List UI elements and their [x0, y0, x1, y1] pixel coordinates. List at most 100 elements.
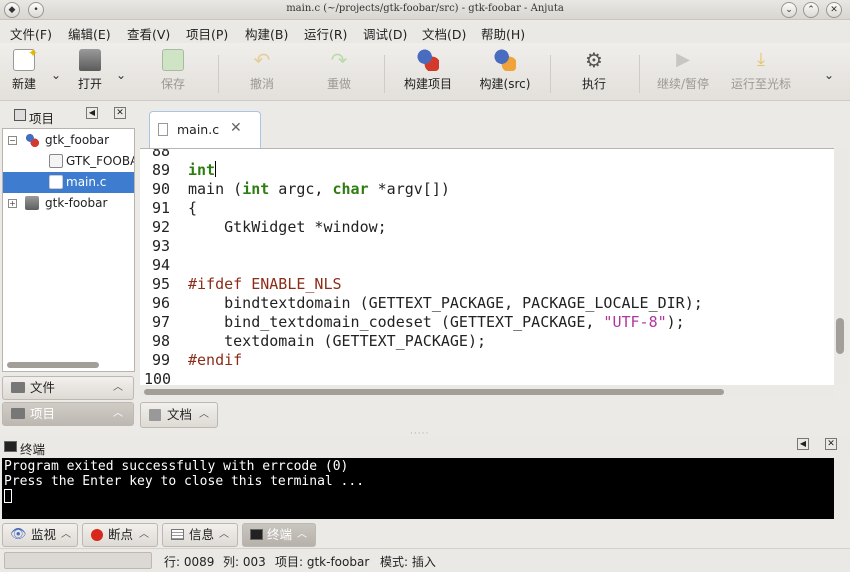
- new-label: 新建: [11, 77, 36, 91]
- bottom-tab-watch[interactable]: 👁 监视 ︿: [2, 523, 78, 547]
- build-project-button[interactable]: 构建项目: [398, 47, 458, 92]
- panel-detach-icon[interactable]: ◀: [86, 107, 98, 119]
- execute-button[interactable]: ⚙ 执行: [574, 47, 614, 92]
- save-label: 保存: [160, 77, 185, 91]
- tree-item-label: gtk-foobar: [45, 196, 108, 210]
- chevron-up-icon: ︿: [219, 529, 229, 540]
- maximize-button[interactable]: ⌃: [803, 2, 819, 18]
- bottom-tab-label: 信息: [189, 527, 215, 542]
- continue-pause-button[interactable]: ▶ 继续/暂停: [652, 47, 714, 92]
- menu-project[interactable]: 项目(P): [186, 24, 228, 43]
- documents-tab[interactable]: 文档 ︿: [140, 402, 218, 428]
- terminal-scrollbar[interactable]: [834, 458, 848, 519]
- terminal-icon: [250, 529, 263, 540]
- c-file-icon: [49, 175, 63, 189]
- terminal-output[interactable]: Program exited successfully with errcode…: [2, 458, 834, 519]
- project-panel-icon: [14, 109, 26, 121]
- terminal-line: Program exited successfully with errcode…: [4, 459, 349, 474]
- bottom-tab-label: 监视: [31, 527, 57, 542]
- collapse-icon[interactable]: −: [8, 136, 17, 145]
- menu-docs[interactable]: 文档(D): [422, 24, 466, 43]
- line-number: 93: [151, 237, 170, 255]
- menu-build[interactable]: 构建(B): [245, 24, 288, 43]
- code-line-91: {: [188, 199, 198, 217]
- undo-button[interactable]: ↶ 撤消: [242, 47, 282, 92]
- panel-tab-files[interactable]: 文件 ︿: [2, 376, 134, 400]
- build-src-button[interactable]: 构建(src): [474, 47, 536, 92]
- run-to-cursor-icon: ⤓: [757, 49, 765, 70]
- statusbar: 行: 0089 列: 003 项目: gtk-foobar 模式: 插入: [0, 548, 850, 572]
- tree-item-label: GTK_FOOBAR: [66, 154, 134, 168]
- code-line-98: textdomain (GETTEXT_PACKAGE);: [188, 332, 487, 350]
- project-tree: − gtk_foobar GTK_FOOBAR main.c + gtk-foo…: [2, 128, 135, 372]
- panel-close-icon[interactable]: ✕: [114, 107, 126, 119]
- toolbar-separator: [218, 55, 219, 93]
- code-line-99: #endif: [188, 351, 243, 369]
- panel-tab-project[interactable]: 项目 ︿: [2, 402, 134, 426]
- undo-icon: ↶: [253, 48, 271, 72]
- expand-icon[interactable]: +: [8, 199, 17, 208]
- terminal-line: Press the Enter key to close this termin…: [4, 474, 365, 489]
- new-dropdown-icon[interactable]: ⌄: [51, 68, 61, 82]
- bottom-tab-terminal[interactable]: 终端 ︿: [242, 523, 316, 547]
- chevron-up-icon: ︿: [199, 409, 209, 420]
- line-number: 98: [151, 332, 170, 350]
- line-number: 92: [151, 218, 170, 236]
- line-number: 90: [151, 180, 170, 198]
- tree-item-label: gtk_foobar: [45, 133, 110, 147]
- tree-item-gtk-foobar-folder[interactable]: + gtk-foobar: [3, 193, 134, 214]
- menu-file[interactable]: 文件(F): [10, 24, 52, 43]
- bottom-tab-messages[interactable]: 信息 ︿: [162, 523, 238, 547]
- line-number: 96: [151, 294, 170, 312]
- c-file-icon: [158, 123, 168, 136]
- code-line-95: #ifdef ENABLE_NLS: [188, 275, 342, 293]
- chevron-up-icon: ︿: [113, 382, 123, 393]
- editor-tab-main-c[interactable]: main.c ✕: [149, 111, 261, 149]
- tree-item-gtk-foobar-target[interactable]: GTK_FOOBAR: [3, 151, 134, 172]
- code-editor[interactable]: 88 89 90 91 92 93 94 95 96 97 98 99 100 …: [140, 148, 834, 385]
- project-tab-icon: [11, 408, 25, 419]
- run-to-cursor-button[interactable]: ⤓ 运行至光标: [726, 47, 796, 92]
- menu-debug[interactable]: 调试(D): [363, 24, 407, 43]
- chevron-up-icon: ︿: [139, 529, 149, 540]
- status-mode: 模式: 插入: [380, 555, 436, 569]
- editor-vscroll-thumb[interactable]: [836, 318, 844, 354]
- bottom-tab-breakpoints[interactable]: 断点 ︿: [82, 523, 158, 547]
- line-number: 91: [151, 199, 170, 217]
- tree-hscrollbar[interactable]: [7, 362, 99, 368]
- menu-edit[interactable]: 编辑(E): [68, 24, 111, 43]
- line-number: 94: [151, 256, 170, 274]
- project-panel-header: 项目 ◀ ✕: [4, 106, 135, 126]
- panel-close-icon[interactable]: ✕: [825, 438, 837, 450]
- open-dropdown-icon[interactable]: ⌄: [116, 68, 126, 82]
- build-project-icon: [417, 49, 439, 71]
- open-button[interactable]: 打开: [70, 47, 110, 92]
- terminal-panel-header: 终端 ◀ ✕: [0, 436, 850, 458]
- minimize-button[interactable]: ⌄: [781, 2, 797, 18]
- menu-run[interactable]: 运行(R): [304, 24, 347, 43]
- menu-view[interactable]: 查看(V): [127, 24, 170, 43]
- toolbar-separator: [384, 55, 385, 93]
- new-button[interactable]: ✦ 新建: [4, 46, 44, 92]
- editor-hscroll-thumb[interactable]: [144, 389, 724, 395]
- line-number-gutter: 88 89 90 91 92 93 94 95 96 97 98 99 100: [140, 149, 178, 385]
- close-window-button[interactable]: ✕: [826, 2, 842, 18]
- toolbar-separator: [639, 55, 640, 93]
- redo-icon: ↷: [330, 48, 348, 72]
- menu-help[interactable]: 帮助(H): [481, 24, 525, 43]
- toolbar-overflow-icon[interactable]: ⌄: [824, 68, 834, 82]
- terminal-title: 终端: [20, 442, 46, 457]
- tree-item-gtk-foobar-project[interactable]: − gtk_foobar: [3, 130, 134, 151]
- save-icon: [162, 49, 184, 71]
- close-tab-icon[interactable]: ✕: [230, 120, 242, 136]
- new-file-icon: ✦: [13, 46, 38, 71]
- save-button[interactable]: 保存: [153, 47, 193, 92]
- panel-detach-icon[interactable]: ◀: [797, 438, 809, 450]
- menubar: 文件(F) 编辑(E) 查看(V) 项目(P) 构建(B) 运行(R) 调试(D…: [0, 21, 850, 43]
- documents-icon: [149, 409, 161, 421]
- panel-tab-project-label: 项目: [30, 406, 56, 421]
- panel-tab-files-label: 文件: [30, 380, 56, 395]
- build-project-label: 构建项目: [403, 77, 452, 91]
- redo-button[interactable]: ↷ 重做: [319, 47, 359, 92]
- tree-item-main-c[interactable]: main.c: [3, 172, 134, 193]
